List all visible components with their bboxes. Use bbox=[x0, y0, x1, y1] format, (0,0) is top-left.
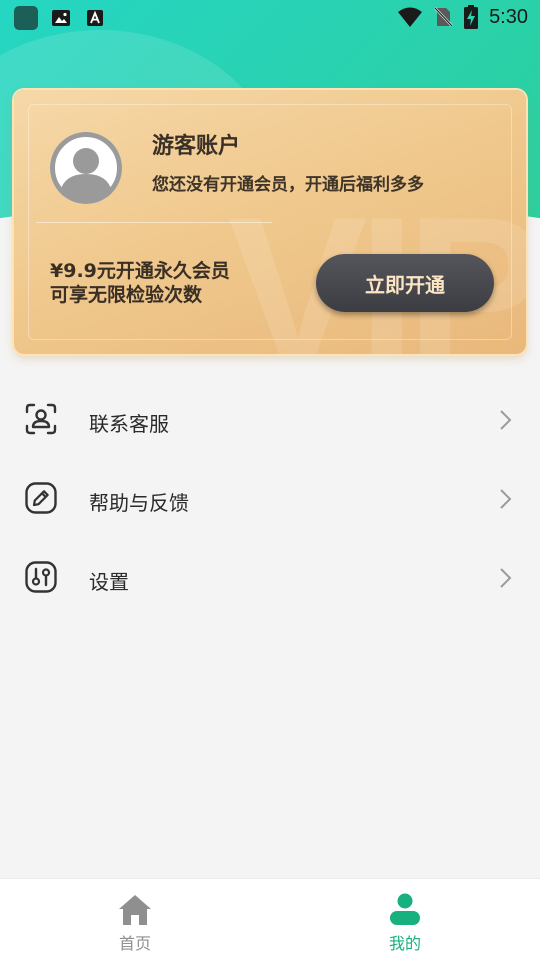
menu-item-label: 帮助与反馈 bbox=[89, 491, 189, 515]
menu-item-settings[interactable]: 设置 bbox=[0, 540, 540, 619]
offer-benefit-text: 可享无限检验次数 bbox=[50, 284, 203, 306]
offer-price-text: ¥9.9元开通永久会员 bbox=[50, 260, 230, 282]
tab-label: 我的 bbox=[388, 934, 421, 953]
settings-sliders-icon bbox=[25, 561, 57, 593]
home-icon bbox=[119, 895, 151, 925]
edit-feedback-icon bbox=[25, 482, 57, 514]
account-name: 游客账户 bbox=[152, 134, 241, 159]
tab-label: 首页 bbox=[118, 934, 151, 953]
customer-service-icon bbox=[25, 403, 57, 435]
menu-item-customer-service[interactable]: 联系客服 bbox=[0, 382, 540, 461]
bottom-nav: 首页 我的 bbox=[0, 878, 540, 961]
open-membership-button[interactable]: 立即开通 bbox=[316, 254, 494, 312]
vip-card[interactable]: VIP 游客账户 您还没有开通会员，开通后福利多多 ¥9.9元开通永久会员 可享… bbox=[14, 90, 526, 354]
tab-mine[interactable]: 我的 bbox=[270, 879, 540, 961]
image-icon bbox=[52, 10, 70, 26]
menu-list: 联系客服 帮助与反馈 设置 bbox=[0, 382, 540, 619]
tab-home[interactable]: 首页 bbox=[0, 879, 270, 961]
person-icon bbox=[390, 893, 420, 925]
status-time: 5:30 bbox=[489, 5, 528, 28]
app-icon bbox=[14, 6, 38, 30]
battery-charging-icon bbox=[464, 5, 479, 29]
font-icon bbox=[87, 10, 103, 26]
card-divider bbox=[36, 222, 272, 223]
chevron-right-icon bbox=[500, 410, 512, 430]
account-subtitle: 您还没有开通会员，开通后福利多多 bbox=[152, 175, 424, 195]
chevron-right-icon bbox=[500, 489, 512, 509]
menu-item-label: 联系客服 bbox=[89, 412, 169, 436]
menu-item-help-feedback[interactable]: 帮助与反馈 bbox=[0, 461, 540, 540]
default-avatar-icon bbox=[51, 133, 121, 203]
chevron-right-icon bbox=[500, 568, 512, 588]
wifi-icon bbox=[398, 7, 423, 27]
avatar[interactable] bbox=[50, 132, 122, 204]
no-sim-icon bbox=[434, 7, 453, 27]
menu-item-label: 设置 bbox=[89, 570, 129, 594]
status-bar: 5:30 bbox=[0, 0, 540, 36]
